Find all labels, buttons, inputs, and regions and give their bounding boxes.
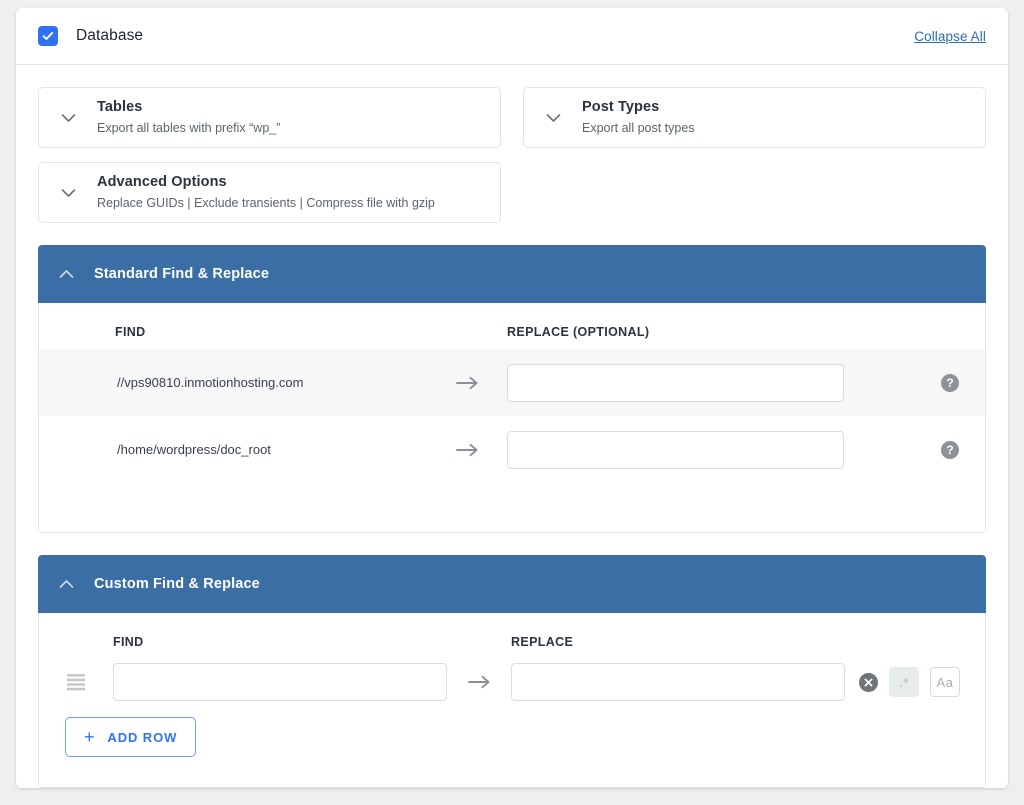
panel-tables[interactable]: Tables Export all tables with prefix “wp… — [38, 87, 501, 148]
panel-advanced-options-text: Advanced Options Replace GUIDs | Exclude… — [97, 173, 447, 212]
custom-find-cell — [113, 663, 449, 701]
arrow-right-icon — [429, 443, 507, 457]
table-row: /home/wordpress/doc_root ? — [39, 416, 985, 483]
help-icon[interactable]: ? — [941, 374, 959, 392]
standard-section-title: Standard Find & Replace — [94, 266, 269, 282]
arrow-right-icon — [449, 675, 511, 689]
chevron-up-icon[interactable] — [38, 269, 94, 279]
standard-find-value: //vps90810.inmotionhosting.com — [39, 375, 429, 390]
standard-replace-cell — [507, 364, 915, 402]
database-checkbox[interactable] — [38, 26, 58, 46]
custom-replace-cell: .* Aa — [511, 663, 985, 701]
standard-replace-input-1[interactable] — [507, 431, 844, 469]
page-title: Database — [76, 27, 143, 45]
arrow-right-glyph — [468, 675, 492, 689]
arrow-right-glyph — [456, 443, 480, 457]
custom-row-tools: .* Aa — [859, 667, 960, 697]
chevron-up-icon[interactable] — [38, 579, 94, 589]
panel-advanced-options-subtitle: Replace GUIDs | Exclude transients | Com… — [97, 195, 435, 213]
panel-advanced-options[interactable]: Advanced Options Replace GUIDs | Exclude… — [38, 162, 501, 223]
plus-icon: + — [84, 728, 95, 746]
standard-replace-input-0[interactable] — [507, 364, 844, 402]
close-icon — [864, 678, 873, 687]
chevron-down-glyph — [61, 113, 76, 123]
custom-section-body: FIND REPLACE — [38, 613, 986, 788]
add-row-label: ADD ROW — [107, 730, 177, 745]
panel-post-types-text: Post Types Export all post types — [582, 98, 707, 137]
panel-post-types[interactable]: Post Types Export all post types — [523, 87, 986, 148]
panel-post-types-title: Post Types — [582, 98, 695, 118]
panel-post-types-subtitle: Export all post types — [582, 120, 695, 138]
regex-toggle-button[interactable]: .* — [889, 667, 919, 697]
chevron-down-icon[interactable] — [39, 113, 97, 123]
custom-replace-input-0[interactable] — [511, 663, 845, 701]
chevron-down-icon[interactable] — [39, 188, 97, 198]
arrow-right-glyph — [456, 376, 480, 390]
standard-help-cell: ? — [915, 441, 985, 459]
standard-replace-cell — [507, 431, 915, 469]
custom-find-header: FIND — [113, 635, 449, 649]
chevron-up-glyph — [59, 579, 74, 589]
add-row-wrapper: + ADD ROW — [39, 707, 985, 787]
add-row-button[interactable]: + ADD ROW — [65, 717, 196, 757]
card-body: Tables Export all tables with prefix “wp… — [16, 65, 1008, 788]
panel-advanced-options-title: Advanced Options — [97, 173, 435, 193]
standard-help-cell: ? — [915, 374, 985, 392]
chevron-down-icon[interactable] — [524, 113, 582, 123]
help-icon[interactable]: ? — [941, 441, 959, 459]
standard-section-header[interactable]: Standard Find & Replace — [38, 245, 986, 303]
drag-handle-icon[interactable] — [66, 673, 86, 691]
custom-column-headers: FIND REPLACE — [39, 613, 985, 657]
clear-row-button[interactable] — [859, 673, 878, 692]
custom-section-title: Custom Find & Replace — [94, 576, 260, 592]
standard-find-replace-section: Standard Find & Replace FIND REPLACE (OP… — [38, 245, 986, 533]
panel-tables-subtitle: Export all tables with prefix “wp_” — [97, 120, 280, 138]
panel-tables-text: Tables Export all tables with prefix “wp… — [97, 98, 292, 137]
arrow-right-icon — [429, 376, 507, 390]
chevron-down-glyph — [546, 113, 561, 123]
table-row: //vps90810.inmotionhosting.com ? — [39, 349, 985, 416]
collapsed-panels-grid: Tables Export all tables with prefix “wp… — [38, 87, 986, 223]
collapse-all-link[interactable]: Collapse All — [914, 29, 986, 44]
case-sensitive-toggle-button[interactable]: Aa — [930, 667, 960, 697]
standard-replace-header: REPLACE (OPTIONAL) — [507, 325, 915, 339]
custom-find-replace-section: Custom Find & Replace FIND REPLACE — [38, 555, 986, 788]
panel-tables-title: Tables — [97, 98, 280, 118]
standard-section-bottom-spacer — [39, 483, 985, 532]
custom-find-input-0[interactable] — [113, 663, 447, 701]
card-header: Database Collapse All — [16, 8, 1008, 65]
database-panel-card: Database Collapse All Tables Export all … — [16, 8, 1008, 788]
standard-find-value: /home/wordpress/doc_root — [39, 442, 429, 457]
chevron-up-glyph — [59, 269, 74, 279]
chevron-down-glyph — [61, 188, 76, 198]
custom-handle-cell — [39, 673, 113, 691]
custom-replace-header: REPLACE — [511, 635, 985, 649]
check-icon — [42, 30, 54, 42]
standard-column-headers: FIND REPLACE (OPTIONAL) — [39, 303, 985, 349]
list-item: .* Aa — [39, 657, 985, 707]
standard-section-body: FIND REPLACE (OPTIONAL) //vps90810.inmot… — [38, 303, 986, 533]
custom-section-header[interactable]: Custom Find & Replace — [38, 555, 986, 613]
standard-find-header: FIND — [39, 325, 429, 339]
